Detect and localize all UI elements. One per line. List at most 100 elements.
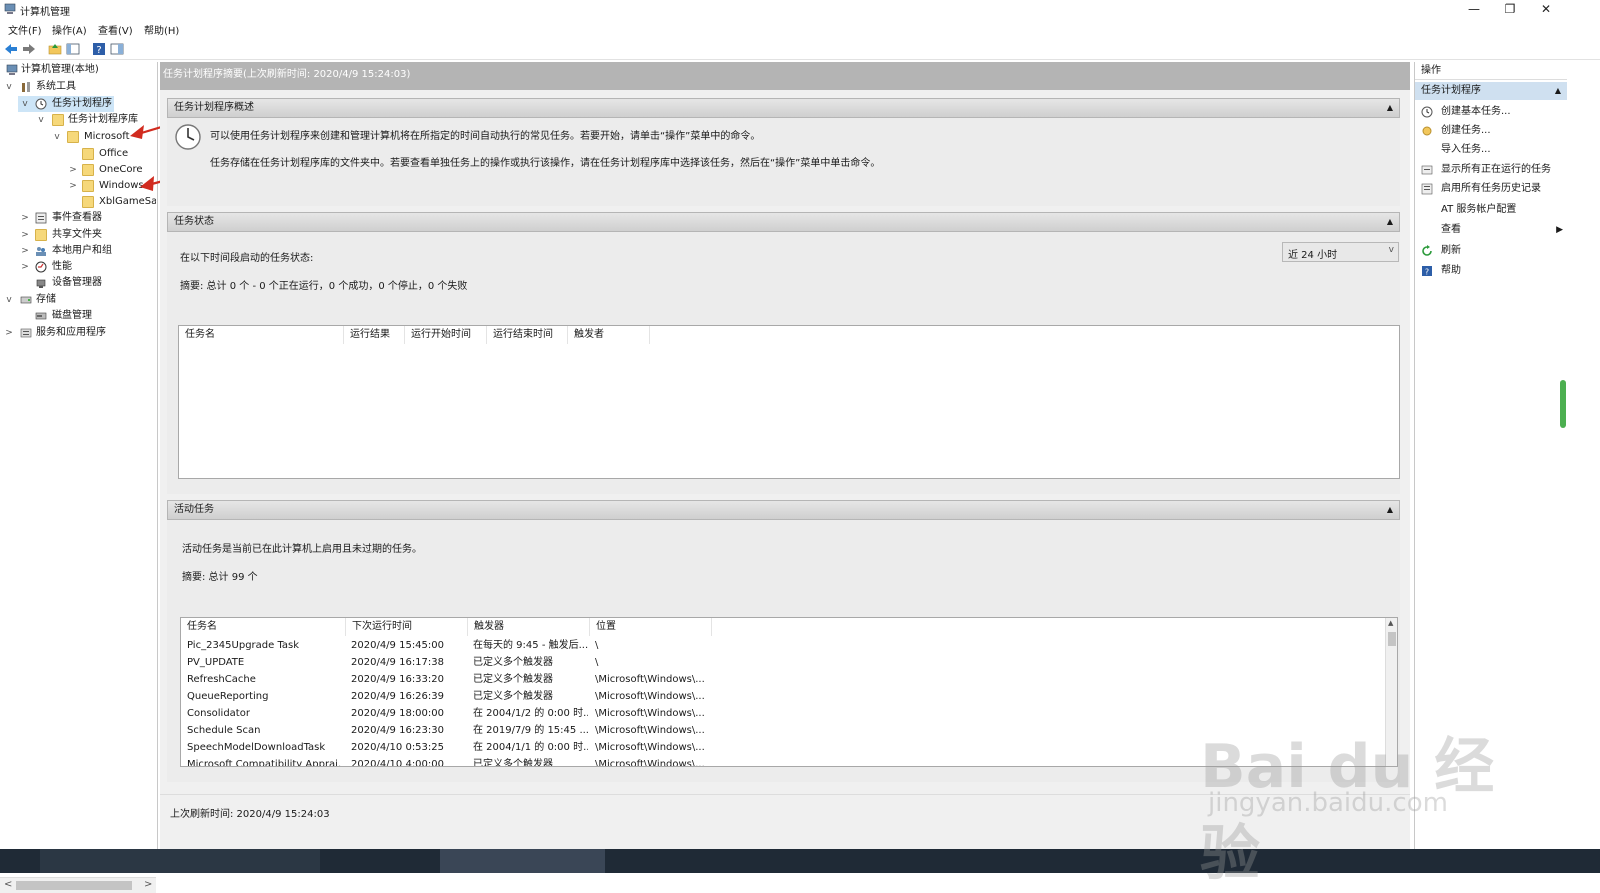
column-header-run-end[interactable]: 运行结束时间 bbox=[487, 326, 568, 344]
expand-icon[interactable]: v bbox=[4, 79, 14, 95]
tree-node-disk-management[interactable]: 磁盘管理 bbox=[0, 308, 156, 324]
performance-icon bbox=[35, 261, 47, 273]
tree-node-shared-folders[interactable]: > 共享文件夹 bbox=[0, 227, 156, 243]
table-row[interactable]: PV_UPDATE 2020/4/9 16:17:38 已定义多个触发器 \ bbox=[181, 654, 721, 671]
action-import-task[interactable]: 导入任务... bbox=[1415, 140, 1567, 160]
scroll-up-icon[interactable]: ▲ bbox=[1388, 619, 1393, 627]
tree-horizontal-scrollbar[interactable]: < > bbox=[0, 877, 156, 893]
table-row[interactable]: SpeechModelDownloadTask 2020/4/10 0:53:2… bbox=[181, 739, 721, 756]
active-tasks-list[interactable]: 任务名 下次运行时间 触发器 位置 Pic_2345Upgrade Task 2… bbox=[180, 617, 1398, 767]
action-help[interactable]: ? 帮助 bbox=[1415, 261, 1567, 281]
tree-label-system-tools: 系统工具 bbox=[36, 81, 76, 92]
table-row[interactable]: Consolidator 2020/4/9 18:00:00 在 2004/1/… bbox=[181, 705, 721, 722]
tree-node-local-users[interactable]: > 本地用户和组 bbox=[0, 243, 156, 259]
task-status-panel-header[interactable]: 任务状态 ▲ bbox=[167, 212, 1400, 232]
action-enable-history[interactable]: 启用所有任务历史记录 bbox=[1415, 179, 1567, 199]
toolbar: ? bbox=[0, 38, 1600, 60]
table-row[interactable]: Schedule Scan 2020/4/9 16:23:30 在 2019/7… bbox=[181, 722, 721, 739]
action-label: 帮助 bbox=[1441, 265, 1461, 276]
services-icon bbox=[20, 328, 32, 338]
action-create-task[interactable]: 创建任务... bbox=[1415, 121, 1567, 141]
taskbar-item[interactable] bbox=[440, 849, 605, 873]
collapse-caret-icon[interactable]: ▲ bbox=[1387, 213, 1393, 231]
action-create-basic-task[interactable]: 创建基本任务... bbox=[1415, 102, 1567, 122]
expand-icon[interactable]: v bbox=[20, 96, 30, 112]
table-row[interactable]: Microsoft Compatibility Apprai... 2020/4… bbox=[181, 756, 721, 766]
expand-icon[interactable]: v bbox=[52, 129, 62, 145]
column-header-task-name[interactable]: 任务名 bbox=[181, 618, 346, 636]
overview-panel-header[interactable]: 任务计划程序概述 ▲ bbox=[167, 98, 1400, 118]
collapse-caret-icon[interactable]: ▲ bbox=[1387, 501, 1393, 519]
period-select[interactable]: 近 24 小时 v bbox=[1282, 242, 1399, 262]
tree-node-device-manager[interactable]: 设备管理器 bbox=[0, 275, 156, 291]
tree-node-services[interactable]: > 服务和应用程序 bbox=[0, 325, 156, 341]
tree-node-performance[interactable]: > 性能 bbox=[0, 259, 156, 275]
tree-node-task-library[interactable]: v 任务计划程序库 bbox=[0, 112, 156, 128]
minimize-button[interactable]: — bbox=[1456, 0, 1492, 20]
menu-action[interactable]: 操作(A) bbox=[52, 22, 87, 37]
maximize-button[interactable]: ❐ bbox=[1492, 0, 1528, 20]
tree-label-xblgamesave: XblGameSa bbox=[99, 196, 156, 207]
tree-label-microsoft: Microsoft bbox=[84, 131, 130, 142]
tree-node-windows[interactable]: > Windows bbox=[0, 178, 156, 194]
tree-node-root[interactable]: 计算机管理(本地) bbox=[0, 62, 156, 78]
column-header-run-result[interactable]: 运行结果 bbox=[344, 326, 405, 344]
table-row[interactable]: Pic_2345Upgrade Task 2020/4/9 15:45:00 在… bbox=[181, 637, 721, 654]
scroll-thumb[interactable] bbox=[1388, 632, 1396, 646]
tree-node-xblgamesave[interactable]: XblGameSa bbox=[0, 194, 156, 210]
show-hide-tree-icon[interactable] bbox=[66, 42, 80, 56]
list-vertical-scrollbar[interactable]: ▲ bbox=[1385, 618, 1397, 766]
collapse-chevron-icon[interactable]: > bbox=[20, 243, 30, 259]
collapse-chevron-icon[interactable]: > bbox=[20, 259, 30, 275]
table-row[interactable]: RefreshCache 2020/4/9 16:33:20 已定义多个触发器 … bbox=[181, 671, 721, 688]
tree-node-event-viewer[interactable]: > 事件查看器 bbox=[0, 210, 156, 226]
tree-label-disk-management: 磁盘管理 bbox=[52, 310, 92, 321]
column-header-next-run[interactable]: 下次运行时间 bbox=[346, 618, 468, 636]
help-icon[interactable]: ? bbox=[92, 42, 106, 56]
action-refresh[interactable]: 刷新 bbox=[1415, 241, 1567, 261]
close-button[interactable]: ✕ bbox=[1528, 0, 1564, 20]
action-show-running-tasks[interactable]: 显示所有正在运行的任务 bbox=[1415, 160, 1567, 180]
submenu-arrow-icon: ▶ bbox=[1556, 225, 1563, 235]
action-view[interactable]: 查看 ▶ bbox=[1415, 220, 1567, 240]
column-header-trigger[interactable]: 触发器 bbox=[468, 618, 590, 636]
show-hide-action-pane-icon[interactable] bbox=[110, 42, 124, 56]
scroll-right-icon[interactable]: > bbox=[144, 879, 152, 890]
side-scroll-indicator[interactable] bbox=[1560, 380, 1566, 428]
collapse-chevron-icon[interactable]: > bbox=[20, 227, 30, 243]
column-header-triggered-by[interactable]: 触发者 bbox=[568, 326, 650, 344]
collapse-chevron-icon[interactable]: > bbox=[68, 178, 78, 194]
scroll-left-icon[interactable]: < bbox=[4, 879, 12, 890]
tree-node-microsoft[interactable]: v Microsoft bbox=[0, 129, 156, 145]
table-row[interactable]: QueueReporting 2020/4/9 16:26:39 已定义多个触发… bbox=[181, 688, 721, 705]
tree-node-system-tools[interactable]: v 系统工具 bbox=[0, 79, 156, 95]
task-status-list[interactable]: 任务名 运行结果 运行开始时间 运行结束时间 触发者 bbox=[178, 325, 1400, 479]
column-header-run-start[interactable]: 运行开始时间 bbox=[405, 326, 487, 344]
collapse-chevron-icon[interactable]: > bbox=[68, 162, 78, 178]
collapse-chevron-icon[interactable]: > bbox=[4, 325, 14, 341]
menu-view[interactable]: 查看(V) bbox=[98, 22, 133, 37]
expand-icon[interactable]: v bbox=[4, 292, 14, 308]
collapse-caret-icon[interactable]: ▲ bbox=[1387, 99, 1393, 117]
tree-node-storage[interactable]: v 存储 bbox=[0, 292, 156, 308]
column-header-location[interactable]: 位置 bbox=[590, 618, 712, 636]
taskbar-item[interactable] bbox=[40, 849, 320, 873]
expand-icon[interactable]: v bbox=[36, 112, 46, 128]
collapse-caret-icon[interactable]: ▲ bbox=[1555, 82, 1561, 100]
tree-node-office[interactable]: Office bbox=[0, 146, 156, 162]
menu-file[interactable]: 文件(F) bbox=[8, 22, 42, 37]
back-arrow-icon[interactable] bbox=[4, 42, 18, 56]
chevron-down-icon[interactable]: v bbox=[1389, 245, 1394, 255]
column-header-task-name[interactable]: 任务名 bbox=[179, 326, 344, 344]
active-tasks-panel-header[interactable]: 活动任务 ▲ bbox=[167, 500, 1400, 520]
up-folder-icon[interactable] bbox=[48, 42, 62, 56]
actions-section-header[interactable]: 任务计划程序 ▲ bbox=[1415, 82, 1567, 100]
forward-arrow-icon[interactable] bbox=[22, 42, 36, 56]
menu-help[interactable]: 帮助(H) bbox=[144, 22, 179, 37]
last-refresh-text: 上次刷新时间: 2020/4/9 15:24:03 bbox=[170, 809, 330, 820]
action-at-service-account[interactable]: AT 服务帐户配置 bbox=[1415, 200, 1567, 220]
tree-node-task-scheduler[interactable]: v 任务计划程序 bbox=[18, 96, 114, 112]
collapse-chevron-icon[interactable]: > bbox=[20, 210, 30, 226]
tree-node-onecore[interactable]: > OneCore bbox=[0, 162, 156, 178]
scroll-thumb[interactable] bbox=[16, 881, 132, 890]
